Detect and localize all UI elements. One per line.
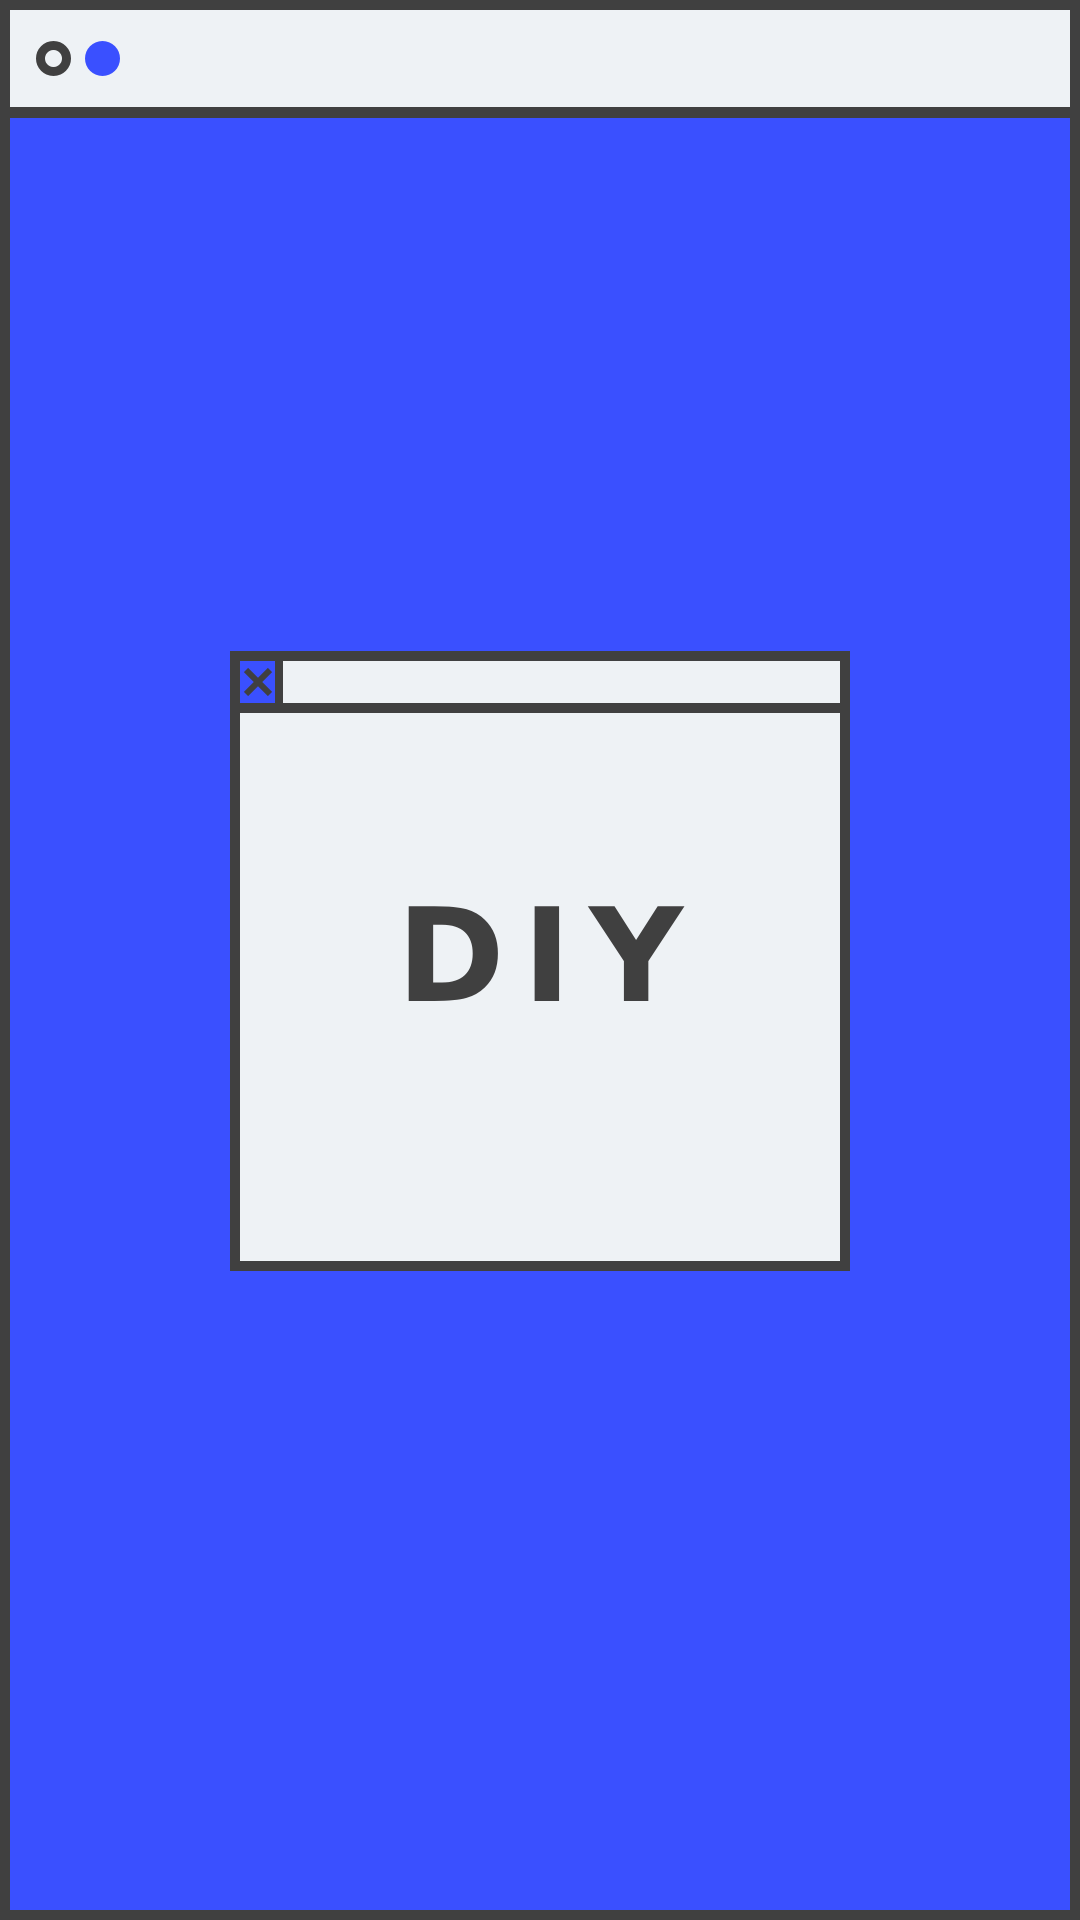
dialog-titlebar xyxy=(240,661,840,703)
dialog-body: DIY xyxy=(240,713,840,1261)
dialog-window: DIY xyxy=(230,651,850,1271)
top-toolbar xyxy=(10,10,1070,107)
close-icon xyxy=(243,667,272,697)
dialog-headline: DIY xyxy=(396,880,702,1032)
close-button[interactable] xyxy=(240,661,283,703)
dot-icon[interactable] xyxy=(85,41,120,76)
app-frame: DIY xyxy=(0,0,1080,1920)
ring-icon[interactable] xyxy=(36,41,71,76)
